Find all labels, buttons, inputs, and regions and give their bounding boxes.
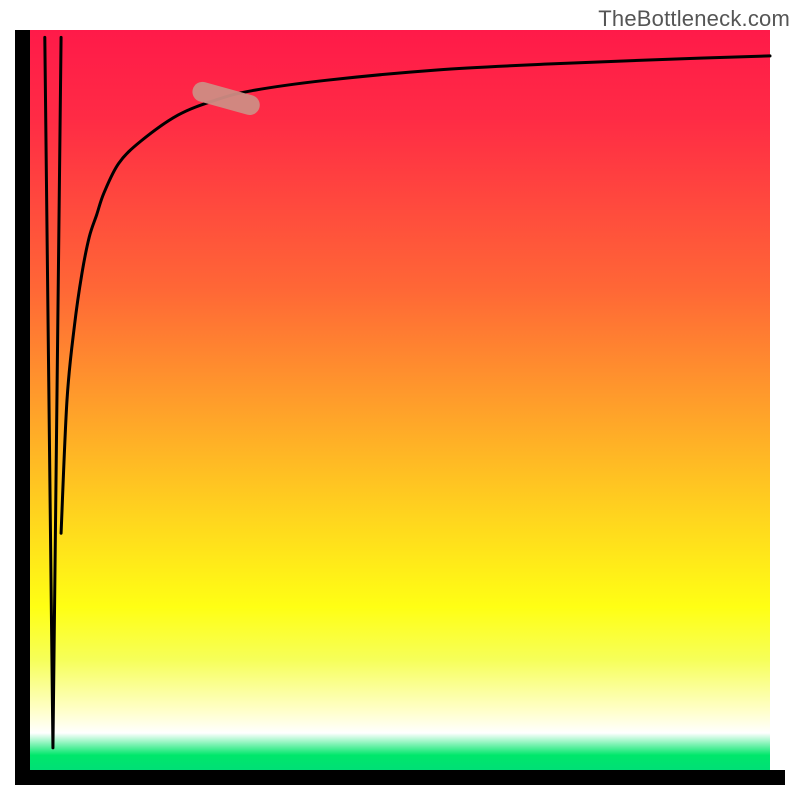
chart-container: TheBottleneck.com: [0, 0, 800, 800]
y-axis: [15, 30, 30, 785]
x-axis: [15, 770, 785, 785]
watermark-label: TheBottleneck.com: [598, 6, 790, 32]
plot-gradient-background: [30, 30, 770, 770]
